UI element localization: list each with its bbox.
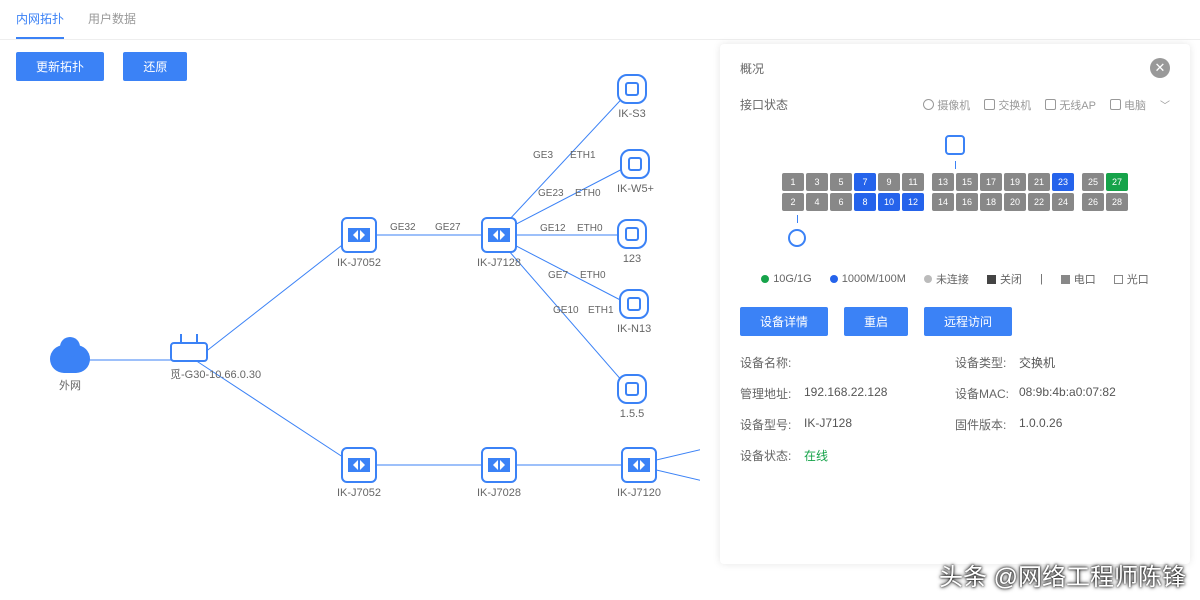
topology-canvas[interactable]: GE32 GE27 GE3 ETH1 GE23 ETH0 GE12 ETH0 GE7 ET… xyxy=(0,80,700,580)
uplink-port-icon[interactable] xyxy=(945,135,965,155)
device-icon xyxy=(617,219,647,249)
svg-text:GE27: GE27 xyxy=(435,222,461,233)
port-10[interactable]: 10 xyxy=(878,193,900,211)
node-switch-3[interactable]: IK-J7052 xyxy=(337,447,381,499)
switch-icon xyxy=(341,217,377,253)
port-28[interactable]: 28 xyxy=(1106,193,1128,211)
port-24[interactable]: 24 xyxy=(1052,193,1074,211)
switch-mini-icon xyxy=(984,99,995,110)
port-16[interactable]: 16 xyxy=(956,193,978,211)
svg-text:ETH0: ETH0 xyxy=(575,188,601,199)
port-diagram: 13579111315171921232527 2468101214161820… xyxy=(740,135,1170,247)
device-info: 设备名称: 设备类型:交换机 管理地址:192.168.22.128 设备MAC… xyxy=(740,354,1170,464)
panel-title: 概况 xyxy=(740,60,764,77)
svg-text:GE10: GE10 xyxy=(553,305,579,316)
device-filter-group: 摄像机 交换机 无线AP 电脑 ﹀ xyxy=(923,97,1170,113)
pc-icon xyxy=(1110,99,1121,110)
port-15[interactable]: 15 xyxy=(956,173,978,191)
node-dev-4[interactable]: IK-N13 xyxy=(617,289,651,335)
port-8[interactable]: 8 xyxy=(854,193,876,211)
remote-access-button[interactable]: 远程访问 xyxy=(924,307,1012,336)
svg-text:GE23: GE23 xyxy=(538,188,564,199)
svg-text:ETH1: ETH1 xyxy=(570,150,596,161)
filter-camera[interactable]: 摄像机 xyxy=(923,97,970,113)
node-switch-1[interactable]: IK-J7052 xyxy=(337,217,381,269)
ap-icon xyxy=(1045,99,1056,110)
router-icon xyxy=(170,342,208,362)
watermark: 头条 @网络工程师陈锋 xyxy=(939,557,1186,592)
port-21[interactable]: 21 xyxy=(1028,173,1050,191)
device-detail-button[interactable]: 设备详情 xyxy=(740,307,828,336)
filter-ap[interactable]: 无线AP xyxy=(1045,97,1096,113)
port-5[interactable]: 5 xyxy=(830,173,852,191)
node-switch-2[interactable]: IK-J7128 xyxy=(477,217,521,269)
cloud-icon xyxy=(50,345,90,373)
node-dev-2[interactable]: IK-W5+ xyxy=(617,149,654,195)
port-9[interactable]: 9 xyxy=(878,173,900,191)
device-icon xyxy=(617,74,647,104)
restore-button[interactable]: 还原 xyxy=(123,52,187,81)
port-2[interactable]: 2 xyxy=(782,193,804,211)
port-6[interactable]: 6 xyxy=(830,193,852,211)
tab-topology[interactable]: 内网拓扑 xyxy=(16,0,64,39)
node-gateway[interactable]: 觅-G30-10.66.0.30 xyxy=(170,342,261,382)
switch-icon xyxy=(341,447,377,483)
port-17[interactable]: 17 xyxy=(980,173,1002,191)
port-11[interactable]: 11 xyxy=(902,173,924,191)
port-4[interactable]: 4 xyxy=(806,193,828,211)
port-19[interactable]: 19 xyxy=(1004,173,1026,191)
switch-icon xyxy=(481,447,517,483)
node-switch-4[interactable]: IK-J7028 xyxy=(477,447,521,499)
port-12[interactable]: 12 xyxy=(902,193,924,211)
port-27[interactable]: 27 xyxy=(1106,173,1128,191)
interface-status-title: 接口状态 xyxy=(740,96,788,113)
camera-icon xyxy=(923,99,934,110)
port-20[interactable]: 20 xyxy=(1004,193,1026,211)
svg-text:GE12: GE12 xyxy=(540,223,566,234)
port-25[interactable]: 25 xyxy=(1082,173,1104,191)
port-3[interactable]: 3 xyxy=(806,173,828,191)
filter-pc[interactable]: 电脑 xyxy=(1110,97,1146,113)
port-14[interactable]: 14 xyxy=(932,193,954,211)
device-icon xyxy=(620,149,650,179)
device-icon xyxy=(617,374,647,404)
port-23[interactable]: 23 xyxy=(1052,173,1074,191)
port-13[interactable]: 13 xyxy=(932,173,954,191)
port-1[interactable]: 1 xyxy=(782,173,804,191)
device-icon xyxy=(619,289,649,319)
node-dev-3[interactable]: 123 xyxy=(617,219,647,265)
reboot-button[interactable]: 重启 xyxy=(844,307,908,336)
switch-icon xyxy=(621,447,657,483)
tab-userdata[interactable]: 用户数据 xyxy=(88,0,136,39)
svg-text:GE32: GE32 xyxy=(390,222,416,233)
topology-links: GE32 GE27 GE3 ETH1 GE23 ETH0 GE12 ETH0 GE7 ET… xyxy=(0,80,700,580)
downlink-device-icon[interactable] xyxy=(788,229,806,247)
close-icon[interactable]: ✕ xyxy=(1150,58,1170,78)
node-wan[interactable]: 外网 xyxy=(50,345,90,393)
port-26[interactable]: 26 xyxy=(1082,193,1104,211)
svg-text:ETH0: ETH0 xyxy=(577,223,603,234)
filter-switch[interactable]: 交换机 xyxy=(984,97,1031,113)
port-18[interactable]: 18 xyxy=(980,193,1002,211)
port-22[interactable]: 22 xyxy=(1028,193,1050,211)
tabs-bar: 内网拓扑 用户数据 xyxy=(0,0,1200,40)
chevron-down-icon[interactable]: ﹀ xyxy=(1160,97,1170,112)
switch-icon xyxy=(481,217,517,253)
node-switch-5[interactable]: IK-J7120 xyxy=(617,447,661,499)
refresh-topology-button[interactable]: 更新拓扑 xyxy=(16,52,104,81)
svg-text:ETH1: ETH1 xyxy=(588,305,614,316)
detail-panel: 概况 ✕ 接口状态 摄像机 交换机 无线AP 电脑 ﹀ 135791113151… xyxy=(720,44,1190,564)
svg-text:ETH0: ETH0 xyxy=(580,270,606,281)
svg-text:GE3: GE3 xyxy=(533,150,553,161)
node-dev-5[interactable]: 1.5.5 xyxy=(617,374,647,420)
port-7[interactable]: 7 xyxy=(854,173,876,191)
svg-text:GE7: GE7 xyxy=(548,270,568,281)
node-dev-1[interactable]: IK-S3 xyxy=(617,74,647,120)
port-legend: 10G/1G 1000M/100M 未连接 关闭 | 电口 光口 xyxy=(740,271,1170,287)
